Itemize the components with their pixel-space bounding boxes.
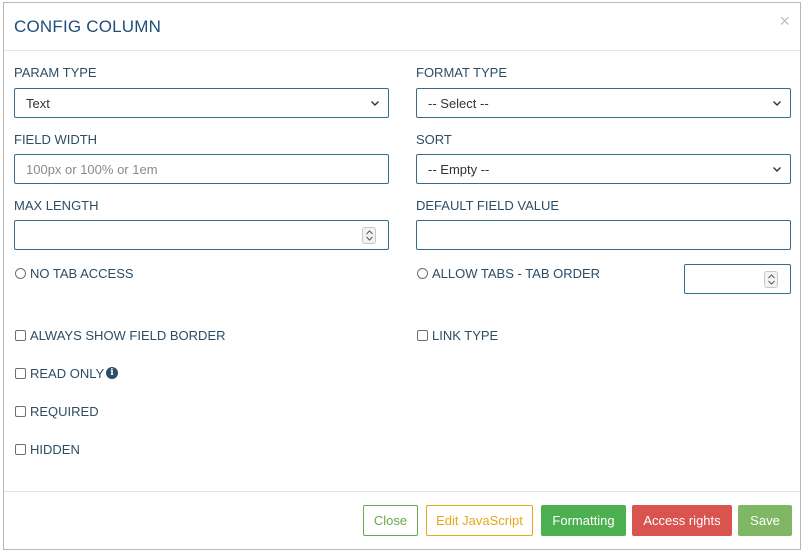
format-type-label: FORMAT TYPE <box>416 65 508 80</box>
field-width-label: FIELD WIDTH <box>14 132 98 147</box>
required-checkbox[interactable] <box>15 406 26 417</box>
chevron-down-icon <box>773 167 781 172</box>
save-button[interactable]: Save <box>738 505 792 536</box>
always-show-border-label: ALWAYS SHOW FIELD BORDER <box>30 328 226 343</box>
read-only-label: READ ONLY <box>30 366 105 381</box>
max-length-label: MAX LENGTH <box>14 198 99 213</box>
formatting-button[interactable]: Formatting <box>541 505 626 536</box>
spinner-arrows-icon <box>768 274 775 285</box>
config-column-dialog: CONFIG COLUMN × PARAM TYPE Text FORMAT T… <box>3 2 801 550</box>
chevron-down-icon <box>371 101 379 106</box>
dialog-title: CONFIG COLUMN <box>14 17 162 36</box>
hidden-label: HIDDEN <box>30 442 80 457</box>
dialog-header: CONFIG COLUMN × <box>4 3 800 51</box>
required-label: REQUIRED <box>30 404 99 419</box>
read-only-checkbox[interactable] <box>15 368 26 379</box>
number-spinner[interactable] <box>764 271 778 288</box>
link-type-checkbox[interactable] <box>417 330 428 341</box>
format-type-value: -- Select -- <box>428 96 489 111</box>
param-type-value: Text <box>26 96 50 111</box>
sort-select[interactable]: -- Empty -- <box>416 154 791 184</box>
no-tab-access-label: NO TAB ACCESS <box>30 266 134 281</box>
link-type-label: LINK TYPE <box>432 328 499 343</box>
close-icon[interactable]: × <box>779 11 790 32</box>
param-type-label: PARAM TYPE <box>14 65 97 80</box>
default-field-value-label: DEFAULT FIELD VALUE <box>416 198 560 213</box>
info-icon[interactable]: i <box>106 367 118 379</box>
edit-javascript-button[interactable]: Edit JavaScript <box>426 505 533 536</box>
footer-divider <box>4 491 800 492</box>
field-width-input[interactable]: 100px or 100% or 1em <box>14 154 389 184</box>
default-field-value-input[interactable] <box>416 220 791 250</box>
field-width-placeholder: 100px or 100% or 1em <box>26 162 158 177</box>
param-type-select[interactable]: Text <box>14 88 389 118</box>
allow-tabs-label: ALLOW TABS - TAB ORDER <box>432 266 601 281</box>
tab-order-input[interactable] <box>684 264 791 294</box>
sort-label: SORT <box>416 132 452 147</box>
spinner-arrows-icon <box>366 230 373 241</box>
allow-tabs-radio[interactable] <box>417 268 428 279</box>
always-show-border-checkbox[interactable] <box>15 330 26 341</box>
no-tab-access-radio[interactable] <box>15 268 26 279</box>
hidden-checkbox[interactable] <box>15 444 26 455</box>
access-rights-button[interactable]: Access rights <box>632 505 732 536</box>
close-button[interactable]: Close <box>363 505 418 536</box>
format-type-select[interactable]: -- Select -- <box>416 88 791 118</box>
sort-value: -- Empty -- <box>428 162 490 177</box>
max-length-input[interactable] <box>14 220 389 250</box>
number-spinner[interactable] <box>362 227 376 244</box>
chevron-down-icon <box>773 101 781 106</box>
